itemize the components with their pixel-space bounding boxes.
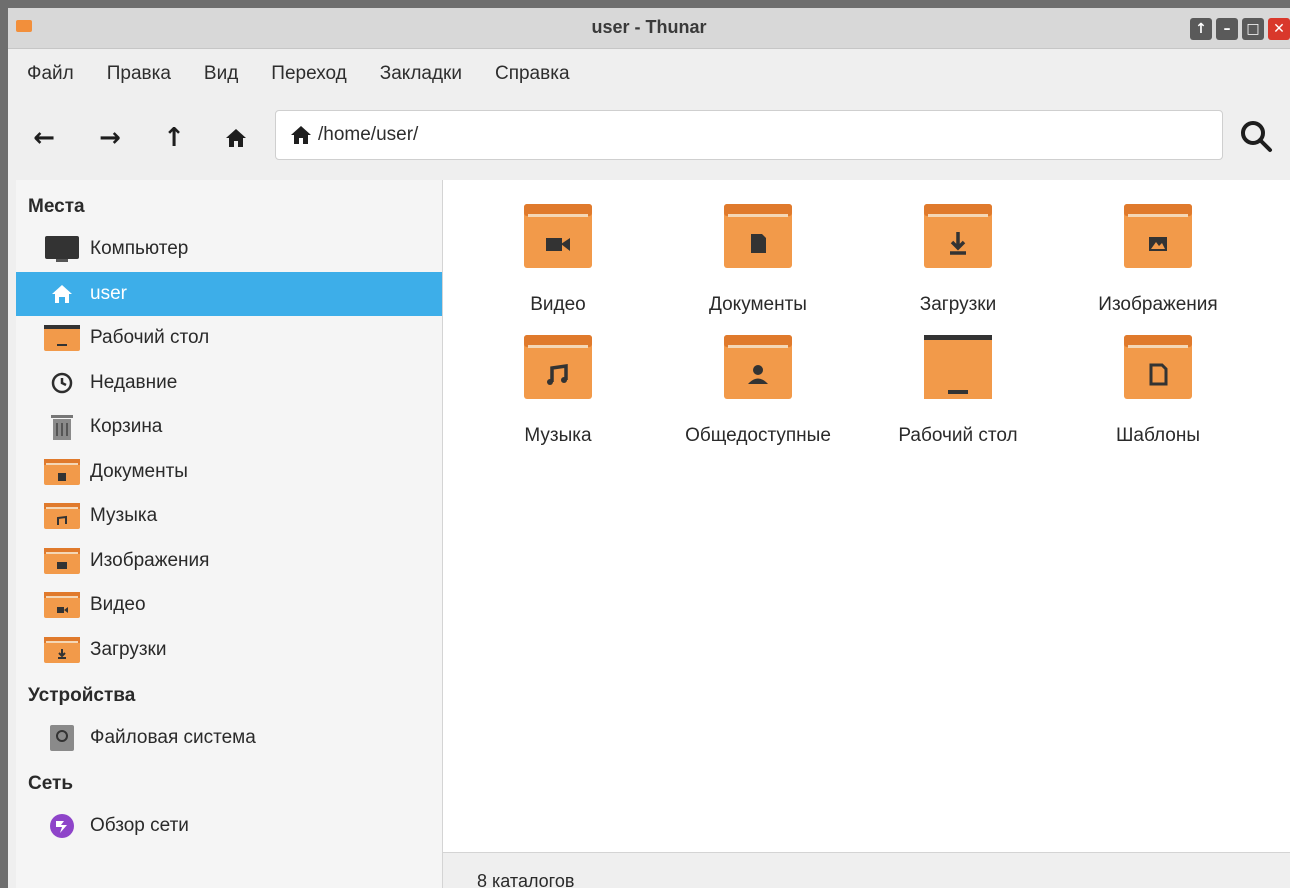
video-folder-icon	[44, 592, 80, 618]
file-item[interactable]: Общедоступные	[663, 317, 853, 447]
status-bar: 8 каталогов	[443, 852, 1290, 888]
up-arrow-icon[interactable]: ↑	[160, 124, 188, 152]
sidebar-item-label: user	[90, 282, 127, 304]
file-item-label: Изображения	[1098, 294, 1218, 315]
sidebar-item[interactable]: Изображения	[16, 539, 442, 583]
clock-icon	[44, 370, 80, 396]
sidebar-item-label: Недавние	[90, 371, 178, 393]
file-item[interactable]: Загрузки	[863, 186, 1053, 316]
sidebar-item[interactable]: Корзина	[16, 405, 442, 449]
sidebar-item[interactable]: user	[16, 271, 442, 316]
file-item[interactable]: Рабочий стол	[863, 317, 1053, 447]
file-item-label: Шаблоны	[1115, 425, 1201, 446]
file-manager-window: user - Thunar ↑ – □ ✕ Файл Правка Вид Пе…	[8, 8, 1290, 888]
menu-bar: Файл Правка Вид Переход Закладки Справка	[8, 49, 1290, 99]
sidebar-item-label: Компьютер	[90, 238, 189, 259]
templates-folder-icon	[1124, 335, 1192, 399]
minimize-button[interactable]: –	[1216, 18, 1238, 40]
sidebar-item[interactable]: Обзор сети	[16, 804, 442, 848]
sidebar-item-label: Корзина	[90, 416, 163, 437]
file-item[interactable]: Видео	[463, 186, 653, 316]
file-item-label: Документы	[709, 294, 807, 315]
sidebar-item[interactable]: Документы	[16, 450, 442, 494]
pictures-folder-icon	[1124, 204, 1192, 268]
file-item[interactable]: Документы	[663, 186, 853, 316]
desktop-folder-icon	[44, 325, 80, 351]
home-icon	[291, 126, 311, 144]
maximize-button[interactable]: □	[1242, 18, 1264, 40]
menu-go[interactable]: Переход	[271, 63, 346, 85]
network-icon	[44, 813, 80, 839]
sidebar-item-label: Изображения	[90, 549, 210, 571]
desktop-folder-icon	[924, 335, 992, 399]
music-folder-icon	[44, 503, 80, 529]
menu-help[interactable]: Справка	[495, 63, 570, 85]
status-text: 8 каталогов	[477, 871, 575, 888]
toolbar: ← → ↑ /home/user/	[8, 100, 1290, 174]
file-item-label: Общедоступные	[685, 425, 831, 446]
video-folder-icon	[524, 204, 592, 268]
sidebar-item-label: Загрузки	[90, 638, 167, 660]
location-bar[interactable]: /home/user/	[275, 110, 1223, 160]
menu-view[interactable]: Вид	[204, 63, 238, 85]
sidebar-item-label: Обзор сети	[90, 815, 189, 836]
sidebar-item[interactable]: Компьютер	[16, 227, 442, 271]
file-view[interactable]: Видео Документы Загрузки Изображения Музыка О…	[443, 180, 1290, 852]
sidebar-item[interactable]: Видео	[16, 583, 442, 627]
location-path: /home/user/	[318, 124, 419, 145]
keep-above-button[interactable]: ↑	[1190, 18, 1212, 40]
file-item-label: Рабочий стол	[898, 425, 1018, 446]
documents-folder-icon	[724, 204, 792, 268]
search-icon[interactable]	[1238, 118, 1274, 154]
music-folder-icon	[524, 335, 592, 399]
file-item[interactable]: Изображения	[1063, 186, 1253, 316]
home-button[interactable]	[222, 124, 250, 152]
network-section-title: Сеть	[28, 773, 74, 794]
menu-bookmarks[interactable]: Закладки	[380, 63, 462, 85]
file-item-label: Видео	[530, 294, 586, 315]
sidebar-item[interactable]: Загрузки	[16, 628, 442, 672]
menu-file[interactable]: Файл	[27, 63, 74, 85]
sidebar-item[interactable]: Файловая система	[16, 716, 442, 760]
downloads-folder-icon	[44, 636, 80, 663]
computer-icon	[44, 236, 80, 262]
drive-icon	[44, 725, 80, 751]
sidebar-item-label: Рабочий стол	[90, 327, 210, 348]
file-item[interactable]: Шаблоны	[1063, 317, 1253, 447]
sidebar-item-label: Файловая система	[90, 727, 256, 748]
documents-folder-icon	[44, 458, 80, 485]
close-button[interactable]: ✕	[1268, 18, 1290, 40]
public-folder-icon	[724, 335, 792, 399]
downloads-folder-icon	[924, 204, 992, 268]
home-icon	[226, 129, 246, 147]
back-arrow-icon[interactable]: ←	[30, 124, 58, 152]
menu-edit[interactable]: Правка	[107, 63, 171, 85]
sidebar-item-label: Документы	[90, 460, 188, 482]
home-icon	[44, 281, 80, 307]
file-item-label: Загрузки	[919, 294, 997, 315]
sidebar-item[interactable]: Музыка	[16, 494, 442, 538]
file-item-label: Музыка	[524, 425, 592, 446]
sidebar: Места Компьютер user Рабочий стол Недавние Ко…	[16, 180, 443, 888]
file-item[interactable]: Музыка	[463, 317, 653, 447]
sidebar-item-label: Видео	[90, 594, 146, 615]
pictures-folder-icon	[44, 547, 80, 574]
sidebar-item[interactable]: Рабочий стол	[16, 316, 442, 360]
places-section-title: Места	[28, 196, 85, 217]
sidebar-item[interactable]: Недавние	[16, 361, 442, 405]
forward-arrow-icon[interactable]: →	[96, 124, 124, 152]
sidebar-item-label: Музыка	[90, 505, 158, 526]
window-controls: ↑ – □ ✕	[1190, 18, 1290, 40]
window-title: user - Thunar	[591, 17, 707, 37]
devices-section-title: Устройства	[28, 685, 136, 706]
title-bar[interactable]: user - Thunar ↑ – □ ✕	[8, 8, 1290, 49]
trash-icon	[44, 414, 80, 440]
